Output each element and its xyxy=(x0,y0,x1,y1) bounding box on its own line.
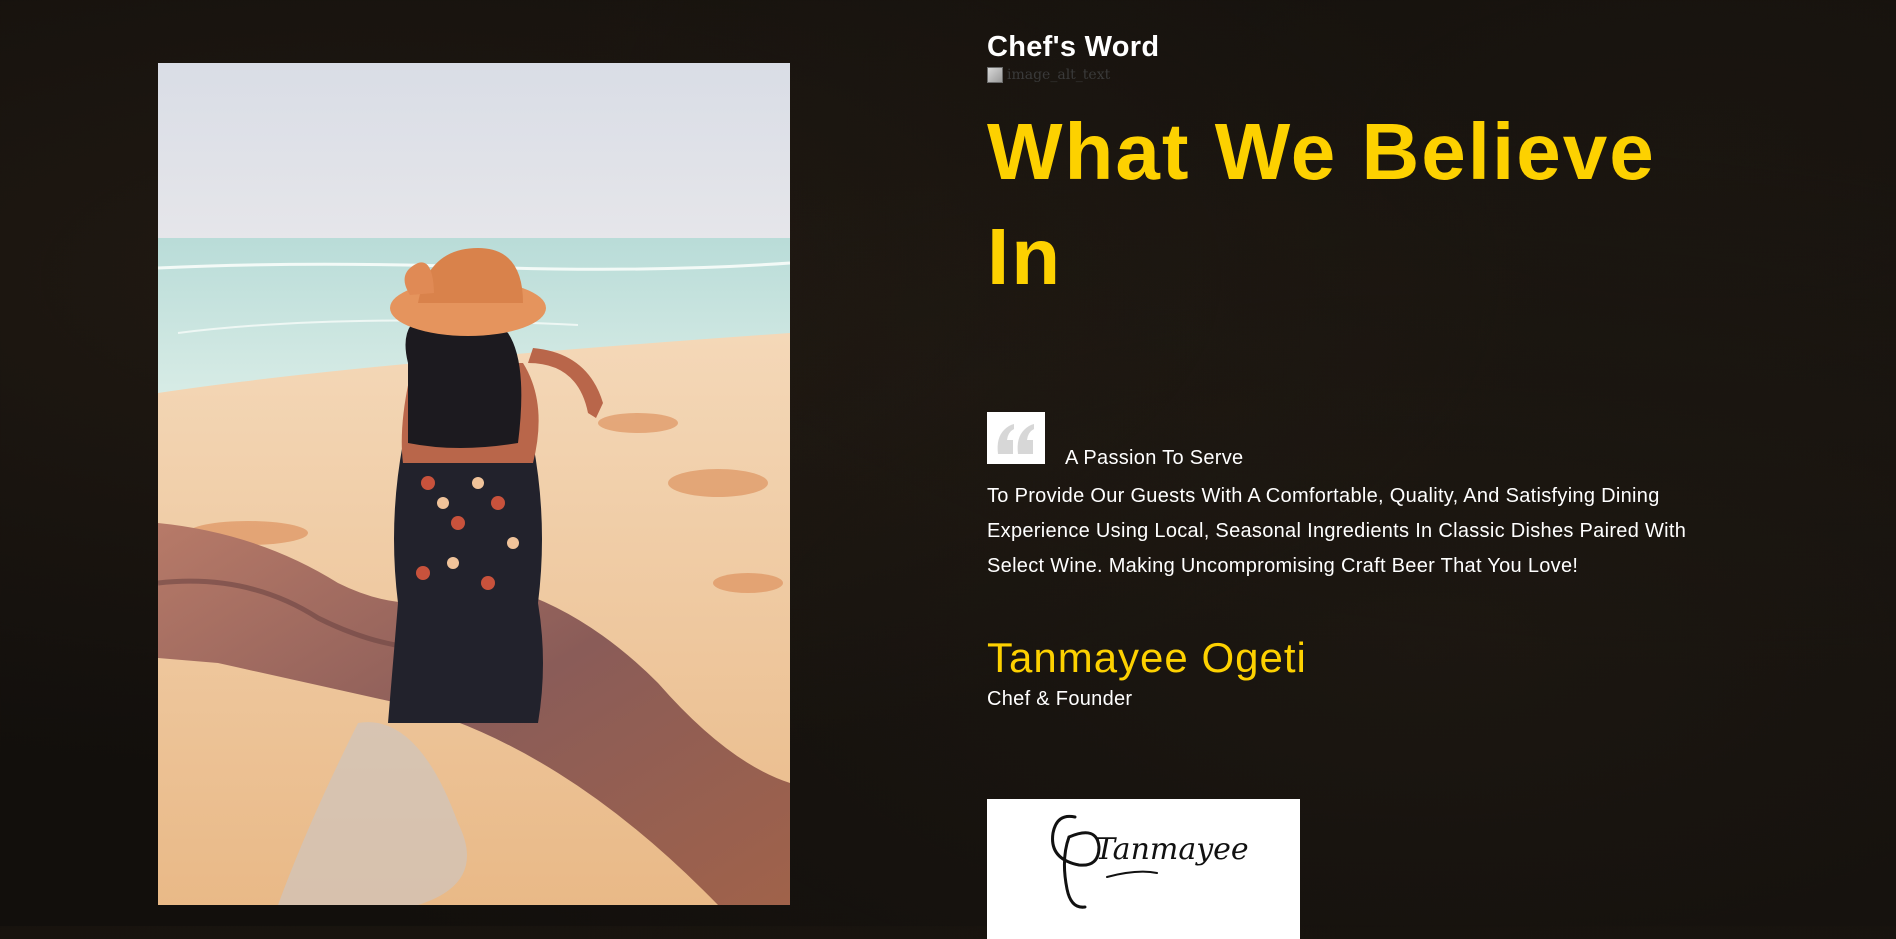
chef-name: Tanmayee Ogeti xyxy=(987,634,1307,681)
signature-text: Tanmayee xyxy=(1095,832,1249,867)
broken-image-placeholder: image_alt_text xyxy=(987,65,1767,85)
section-eyebrow: Chef's Word xyxy=(987,31,1160,63)
mission-statement: To Provide Our Guests With A Comfortable… xyxy=(987,485,1687,577)
chefs-word-section: Chef's Word image_alt_text What We Belie… xyxy=(987,30,1767,712)
chef-role: Chef & Founder xyxy=(987,688,1133,710)
quote-title: A Passion To Serve xyxy=(1065,447,1244,469)
chef-signature-image: Tanmayee xyxy=(987,799,1300,939)
quote-icon xyxy=(987,412,1045,464)
chef-photo xyxy=(158,63,790,905)
broken-image-icon xyxy=(987,67,1003,83)
section-headline: What We Believe In xyxy=(987,107,1656,301)
quote-block: A Passion To Serve xyxy=(987,412,1767,469)
broken-image-alt-text: image_alt_text xyxy=(1007,67,1111,83)
